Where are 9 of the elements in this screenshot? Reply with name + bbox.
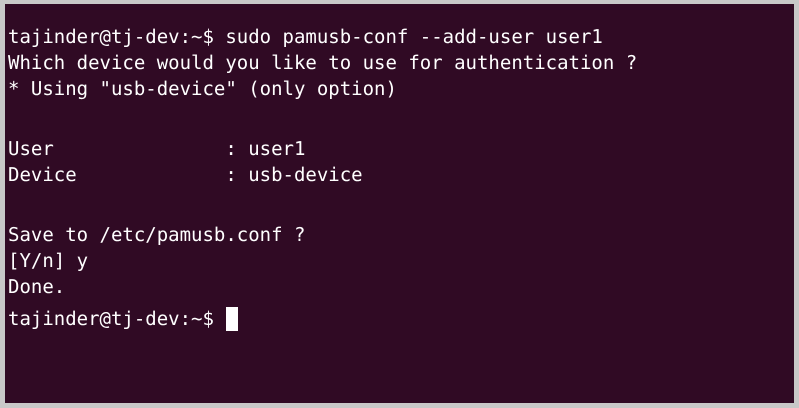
terminal-line: tajinder@tj-dev:~$ xyxy=(8,307,214,332)
terminal-line: Device : usb-device xyxy=(8,163,363,188)
terminal-line: tajinder@tj-dev:~$ sudo pamusb-conf --add-user user1 xyxy=(8,25,603,50)
terminal-line: Save to /etc/pamusb.conf ? xyxy=(8,223,306,248)
terminal-line: * Using "usb-device" (only option) xyxy=(8,77,397,102)
terminal-line: Which device would you like to use for authentication ? xyxy=(8,51,638,76)
terminal-line: Done. xyxy=(8,275,66,300)
terminal-line: [Y/n] y xyxy=(8,249,88,274)
terminal-line: User : user1 xyxy=(8,137,306,162)
